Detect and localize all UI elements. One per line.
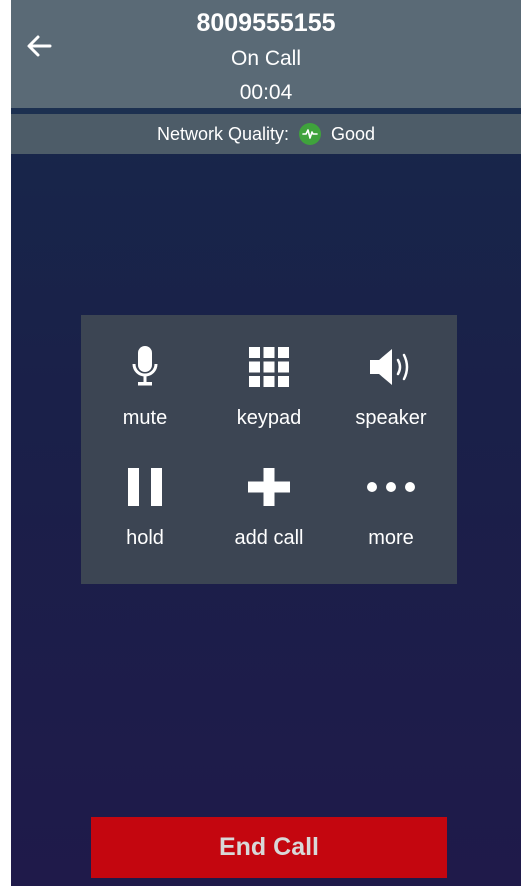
call-screen: 8009555155 On Call 00:04 Network Quality… <box>11 0 521 886</box>
phone-number-title: 8009555155 <box>196 9 336 37</box>
call-status: On Call <box>230 47 302 70</box>
hold-label: hold <box>126 527 164 549</box>
keypad-icon <box>239 343 299 391</box>
network-quality-bar: Network Quality: Good <box>11 114 521 154</box>
pause-icon <box>115 463 175 511</box>
signal-pulse-icon <box>299 123 321 145</box>
more-button[interactable]: more <box>331 445 451 555</box>
call-timer: 00:04 <box>239 81 293 104</box>
more-label: more <box>368 527 414 549</box>
network-quality-value: Good <box>331 123 376 144</box>
add-call-button[interactable]: add call <box>209 445 329 555</box>
network-quality-label: Network Quality: <box>156 123 289 144</box>
end-call-button[interactable]: End Call <box>91 817 447 878</box>
speaker-label: speaker <box>355 407 427 429</box>
mute-button[interactable]: mute <box>85 325 205 435</box>
speaker-button[interactable]: speaker <box>331 325 451 435</box>
speaker-icon <box>361 343 421 391</box>
mute-label: mute <box>122 407 168 429</box>
keypad-button[interactable]: keypad <box>209 325 329 435</box>
microphone-icon <box>115 343 175 391</box>
add-call-label: add call <box>234 527 304 549</box>
hold-button[interactable]: hold <box>85 445 205 555</box>
keypad-label: keypad <box>236 407 302 429</box>
call-header: 8009555155 On Call 00:04 <box>11 0 521 108</box>
more-icon <box>361 463 421 511</box>
call-controls-panel: mute keypad speaker hold add call more <box>81 315 457 584</box>
plus-icon <box>239 463 299 511</box>
